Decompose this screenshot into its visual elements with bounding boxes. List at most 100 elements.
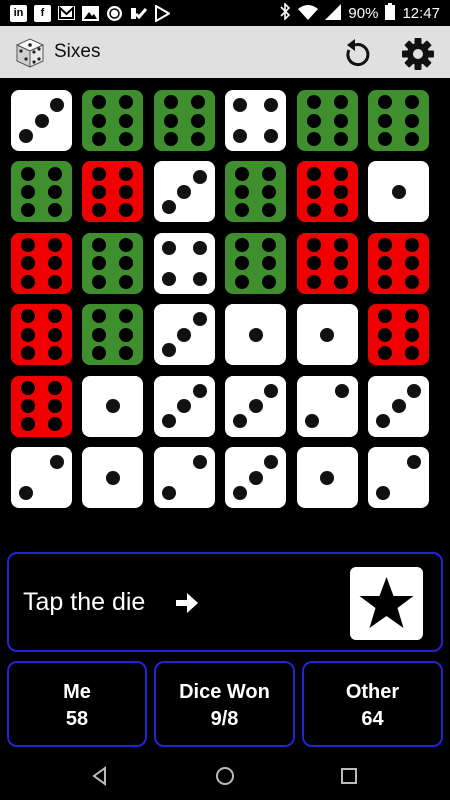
die-pip [235,274,250,289]
settings-button[interactable] [400,36,436,72]
die-pip [304,414,319,429]
die-pip [190,131,205,146]
die-r3-c6[interactable] [368,232,429,294]
die-r5-c5[interactable] [296,375,358,437]
die-r5-c1[interactable] [11,375,72,437]
dice-grid [11,90,431,510]
die-r1-c5[interactable] [296,90,358,151]
die-pip [47,327,62,342]
die-pip [391,184,406,199]
die-pip [378,256,393,271]
die-pip [177,184,192,199]
die-r5-c3[interactable] [153,375,215,437]
checkmark-icon [130,5,147,22]
die-pip [119,95,134,110]
die-r2-c2[interactable] [82,161,144,223]
die-pip [92,184,107,199]
die-r1-c2[interactable] [82,90,144,151]
back-icon [92,766,106,786]
star-button[interactable] [350,567,423,640]
die-pip [262,237,277,252]
home-icon [216,767,234,785]
die-pip [333,131,348,146]
die-r6-c5[interactable] [296,447,358,508]
die-pip [263,455,278,470]
die-pip [47,417,62,432]
die-r4-c5[interactable] [296,304,358,366]
arrow-right-icon [174,590,200,616]
die-pip [162,200,177,215]
die-pip [306,95,321,110]
die-r2-c5[interactable] [296,161,358,223]
die-r2-c1[interactable] [11,161,72,223]
die-r2-c4[interactable] [225,161,287,223]
die-pip [49,455,64,470]
die-r1-c1[interactable] [11,90,72,151]
die-pip [192,455,207,470]
die-r1-c6[interactable] [368,90,429,151]
die-pip [306,256,321,271]
die-pip [333,203,348,218]
die-pip [333,274,348,289]
die-pip [248,327,263,342]
linkedin-icon: in [10,4,27,22]
die-pip [119,131,134,146]
die-r6-c2[interactable] [82,447,144,508]
die-r2-c3[interactable] [153,161,215,223]
die-r2-c6[interactable] [368,161,429,223]
die-r6-c1[interactable] [11,447,72,508]
die-pip [47,256,62,271]
die-r4-c2[interactable] [82,304,144,366]
die-pip [404,256,419,271]
die-r5-c2[interactable] [82,375,144,437]
die-pip [21,256,36,271]
die-r3-c5[interactable] [296,232,358,294]
die-r5-c6[interactable] [368,375,429,437]
die-r4-c6[interactable] [368,304,429,366]
wifi-icon [298,4,319,23]
home-button[interactable] [213,764,237,788]
die-pip [306,131,321,146]
die-pip [404,327,419,342]
die-r6-c6[interactable] [368,447,429,508]
die-pip [263,128,278,143]
die-r5-c4[interactable] [225,375,287,437]
die-r1-c4[interactable] [225,90,287,151]
die-r6-c3[interactable] [153,447,215,508]
die-pip [333,166,348,181]
back-button[interactable] [88,764,112,788]
die-pip [162,342,177,357]
die-pip [404,113,419,128]
die-pip [320,470,335,485]
die-pip [262,256,277,271]
die-r6-c4[interactable] [225,447,287,508]
die-r3-c2[interactable] [82,232,144,294]
die-pip [192,169,207,184]
die-pip [233,414,248,429]
die-r4-c3[interactable] [153,304,215,366]
die-pip [47,309,62,324]
die-pip [21,380,36,395]
score-other: Other 64 [302,661,443,747]
die-pip [92,237,107,252]
undo-button[interactable] [340,36,374,70]
system-status: 90% 12:47 [279,2,440,23]
die-r3-c3[interactable] [153,232,215,294]
bluetooth-icon [279,2,291,23]
die-r4-c1[interactable] [11,304,72,366]
die-pip [192,383,207,398]
die-pip [163,95,178,110]
recents-button[interactable] [337,764,361,788]
die-pip [404,274,419,289]
die-r3-c1[interactable] [11,232,72,294]
die-r4-c4[interactable] [225,304,287,366]
die-pip [333,95,348,110]
die-r1-c3[interactable] [153,90,215,151]
die-pip [119,345,134,360]
die-r3-c4[interactable] [225,232,287,294]
die-pip [19,485,34,500]
die-pip [92,131,107,146]
die-pip [162,271,177,286]
die-pip [47,274,62,289]
die-pip [119,309,134,324]
